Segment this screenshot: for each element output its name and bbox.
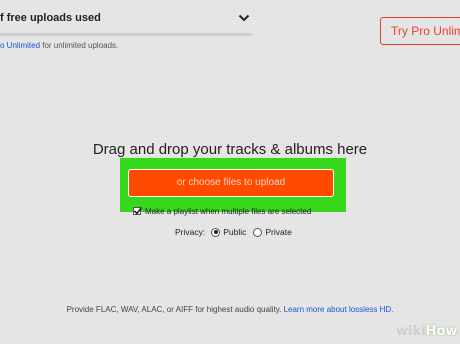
- uploads-used-dropdown[interactable]: f free uploads used: [0, 9, 252, 31]
- uploads-progress-bar: [0, 33, 252, 36]
- lossless-note: Provide FLAC, WAV, ALAC, or AIFF for hig…: [0, 305, 460, 314]
- privacy-option-public[interactable]: Public: [211, 227, 246, 237]
- choose-files-button[interactable]: or choose files to upload: [128, 169, 334, 197]
- make-playlist-label: Make a playlist when multiple files are …: [145, 206, 312, 216]
- make-playlist-option[interactable]: Make a playlist when multiple files are …: [133, 205, 311, 217]
- private-radio[interactable]: [253, 227, 263, 237]
- lossless-note-text: Provide FLAC, WAV, ALAC, or AIFF for hig…: [66, 305, 284, 314]
- watermark-how: How: [425, 324, 458, 339]
- upgrade-note-text: for unlimited uploads.: [40, 41, 119, 50]
- upgrade-note: o Unlimited for unlimited uploads.: [0, 41, 118, 50]
- lossless-learn-more-link[interactable]: Learn more about lossless HD.: [284, 305, 394, 314]
- wikihow-watermark: wikiHow: [396, 324, 457, 339]
- unlimited-link[interactable]: o Unlimited: [0, 41, 40, 50]
- dropzone-heading: Drag and drop your tracks & albums here: [92, 141, 368, 158]
- uploads-used-title: f free uploads used: [0, 12, 101, 24]
- make-playlist-checkbox[interactable]: [133, 207, 143, 215]
- chevron-down-icon: [238, 14, 250, 22]
- watermark-wiki: wiki: [396, 324, 426, 339]
- private-label: Private: [265, 227, 292, 237]
- privacy-selector: Privacy: Public Private: [175, 226, 299, 238]
- public-label: Public: [223, 227, 247, 237]
- privacy-label: Privacy:: [175, 227, 206, 237]
- privacy-option-private[interactable]: Private: [253, 227, 292, 237]
- checkmark-icon: [133, 207, 143, 215]
- try-pro-unlimited-button[interactable]: Try Pro Unlimit: [380, 17, 460, 45]
- public-radio[interactable]: [211, 227, 221, 237]
